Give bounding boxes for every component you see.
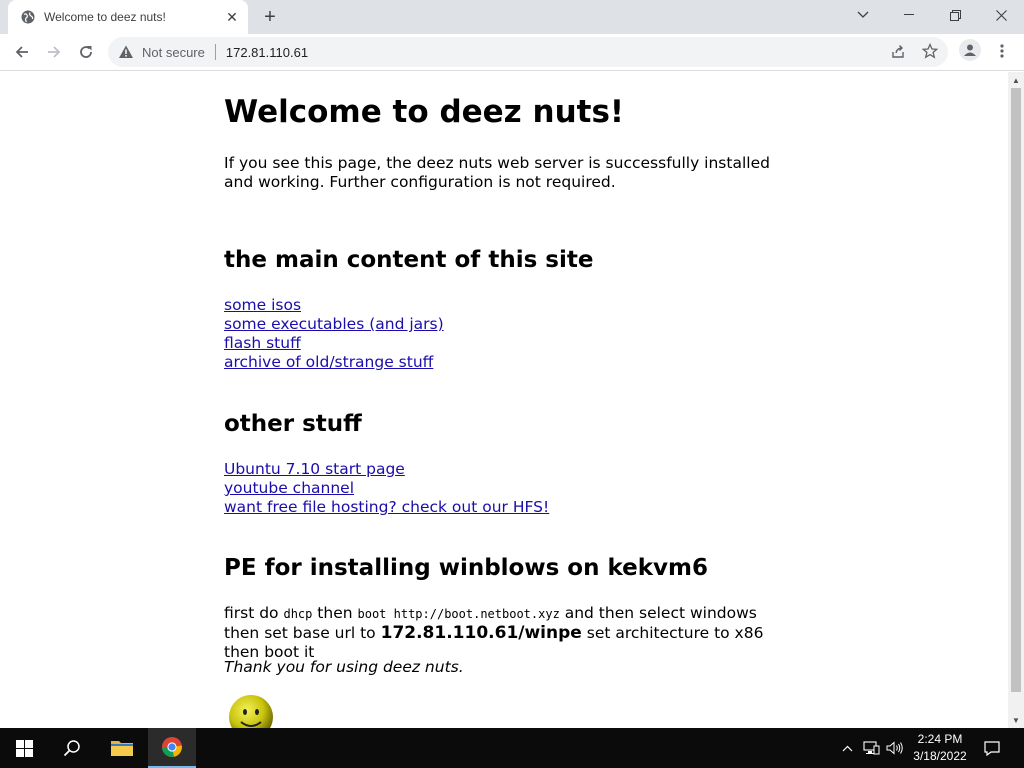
- search-icon: [63, 740, 80, 757]
- start-button[interactable]: [0, 728, 48, 768]
- close-window-button[interactable]: [978, 0, 1024, 30]
- reload-icon: [80, 46, 92, 58]
- pe-text-2: then: [312, 604, 358, 622]
- folder-icon: [111, 741, 133, 756]
- windows-logo-icon: [15, 739, 33, 757]
- new-tab-button[interactable]: +: [258, 5, 282, 29]
- page-title: Welcome to deez nuts!: [224, 94, 625, 130]
- browser-toolbar: Not secure 172.81.110.61: [0, 34, 1024, 71]
- tab-title: Welcome to deez nuts!: [44, 10, 166, 24]
- tab-strip: Welcome to deez nuts! ✕ +: [0, 0, 1024, 34]
- pe-instructions: first do dhcp then boot http://boot.netb…: [224, 604, 784, 662]
- search-button[interactable]: [48, 728, 96, 768]
- person-icon: [964, 44, 976, 56]
- chrome-icon: [161, 737, 182, 758]
- forward-button[interactable]: [40, 38, 68, 66]
- thanks-text: Thank you for using deez nuts.: [224, 658, 464, 676]
- pe-code-dhcp: dhcp: [283, 607, 313, 621]
- other-links-list: Ubuntu 7.10 start page youtube channel w…: [224, 460, 549, 517]
- scrollbar-thumb[interactable]: [1011, 88, 1021, 692]
- back-button[interactable]: [8, 38, 36, 66]
- link-youtube[interactable]: youtube channel: [224, 479, 549, 498]
- clock-time: 2:24 PM: [917, 732, 963, 746]
- main-links-list: some isos some executables (and jars) fl…: [224, 296, 444, 372]
- pe-base-url: 172.81.110.61/winpe: [380, 623, 582, 643]
- link-some-isos[interactable]: some isos: [224, 296, 444, 315]
- volume-icon[interactable]: [884, 728, 906, 768]
- omnibox-separator: [214, 44, 216, 60]
- chrome-taskbar-button[interactable]: [148, 728, 196, 768]
- file-explorer-button[interactable]: [98, 728, 146, 768]
- taskbar-clock[interactable]: 2:24 PM 3/18/2022: [904, 731, 976, 765]
- reload-button[interactable]: [72, 38, 100, 66]
- link-hfs[interactable]: want free file hosting? check out our HF…: [224, 498, 549, 517]
- profile-avatar[interactable]: [959, 39, 981, 61]
- scroll-up-icon[interactable]: ▲: [1008, 72, 1024, 88]
- link-flash-stuff[interactable]: flash stuff: [224, 334, 444, 353]
- restore-button[interactable]: [932, 0, 978, 30]
- tray-overflow-chevron-icon[interactable]: [838, 728, 856, 768]
- minimize-button[interactable]: [886, 0, 932, 30]
- link-ubuntu[interactable]: Ubuntu 7.10 start page: [224, 460, 549, 479]
- page-scrollbar[interactable]: ▲ ▼: [1008, 72, 1024, 728]
- arrow-left-icon: [15, 46, 28, 58]
- globe-icon: [21, 10, 35, 24]
- link-archive[interactable]: archive of old/strange stuff: [224, 353, 444, 372]
- intro-paragraph: If you see this page, the deez nuts web …: [224, 154, 770, 191]
- pe-code-boot: boot http://boot.netboot.xyz: [357, 607, 560, 621]
- warning-icon[interactable]: [118, 44, 134, 60]
- arrow-right-icon: [48, 46, 61, 58]
- address-bar[interactable]: Not secure 172.81.110.61: [108, 37, 948, 67]
- pe-text-1: first do: [224, 604, 284, 622]
- smiley-face-image: [229, 695, 273, 728]
- menu-kebab-icon[interactable]: [992, 41, 1012, 61]
- security-label[interactable]: Not secure: [142, 45, 205, 60]
- tab-close-icon[interactable]: ✕: [222, 7, 242, 27]
- section-other-title: other stuff: [224, 411, 362, 437]
- link-executables[interactable]: some executables (and jars): [224, 315, 444, 334]
- network-icon[interactable]: [860, 728, 882, 768]
- section-main-title: the main content of this site: [224, 247, 594, 273]
- share-icon[interactable]: [888, 41, 908, 61]
- notification-icon[interactable]: [978, 728, 1006, 768]
- url-text[interactable]: 172.81.110.61: [226, 45, 308, 60]
- clock-date: 3/18/2022: [913, 749, 967, 763]
- section-pe-title: PE for installing winblows on kekvm6: [224, 555, 709, 581]
- scroll-down-icon[interactable]: ▼: [1008, 712, 1024, 728]
- browser-tab[interactable]: Welcome to deez nuts! ✕: [8, 0, 248, 34]
- bookmark-star-icon[interactable]: [920, 41, 940, 61]
- page-viewport: Welcome to deez nuts! If you see this pa…: [0, 72, 1008, 728]
- tab-search-icon[interactable]: [840, 0, 886, 30]
- windows-taskbar: 2:24 PM 3/18/2022: [0, 728, 1024, 768]
